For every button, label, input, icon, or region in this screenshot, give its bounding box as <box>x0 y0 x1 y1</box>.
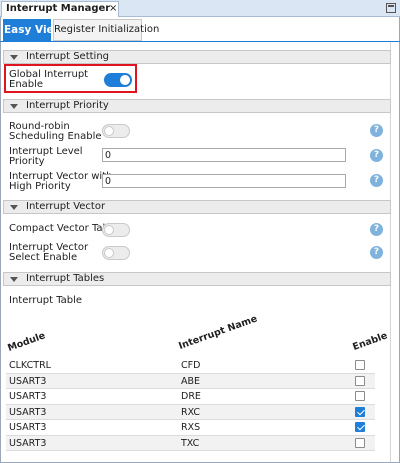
section-title: Interrupt Setting <box>26 51 109 62</box>
interrupt-level-priority-input[interactable] <box>102 148 346 162</box>
vector-select-enable-toggle[interactable] <box>102 246 130 260</box>
interrupt-level-priority-label-text: Interrupt Level Priority <box>9 146 83 167</box>
section-header-interrupt-tables[interactable]: Interrupt Tables <box>3 272 391 286</box>
window-tab-bar: Interrupt Manager × <box>0 0 400 17</box>
table-row: CLKCTRL CFD <box>6 358 375 374</box>
section-header-interrupt-setting[interactable]: Interrupt Setting <box>3 50 391 64</box>
enable-checkbox[interactable] <box>355 422 365 432</box>
window-tab-interrupt-manager[interactable]: Interrupt Manager × <box>1 1 119 17</box>
module-cell: USART3 <box>9 406 47 418</box>
help-icon[interactable]: ? <box>370 223 383 236</box>
table-row: USART3 TXC <box>6 435 375 451</box>
tab-register-initialization[interactable]: Register Initialization <box>53 19 159 41</box>
chevron-down-icon <box>10 205 18 210</box>
highlight-annotation <box>4 64 137 93</box>
tab-underline <box>0 41 400 42</box>
enable-checkbox[interactable] <box>355 391 365 401</box>
help-icon[interactable]: ? <box>370 149 383 162</box>
help-icon[interactable]: ? <box>370 124 383 137</box>
section-title: Interrupt Priority <box>26 100 109 111</box>
section-title: Interrupt Vector <box>26 201 106 212</box>
vector-high-priority-label: Interrupt Vector with High Priority <box>9 172 112 192</box>
round-robin-label: Round-robin Scheduling Enable <box>9 122 102 142</box>
interrupt-name-cell: RXC <box>181 406 201 418</box>
close-icon[interactable]: × <box>109 2 117 16</box>
module-cell: USART3 <box>9 422 47 433</box>
interrupt-table: CLKCTRL CFD USART3 ABE USART3 DRE USART3… <box>6 358 375 451</box>
enable-checkbox[interactable] <box>355 406 365 417</box>
tab-easy-view[interactable]: Easy View <box>3 19 63 41</box>
chevron-down-icon <box>10 55 18 60</box>
enable-checkbox[interactable] <box>355 360 365 370</box>
toggle-knob <box>104 225 114 235</box>
enable-checkbox[interactable] <box>355 375 365 386</box>
section-header-interrupt-vector[interactable]: Interrupt Vector <box>3 200 391 214</box>
table-row: USART3 RXS <box>6 420 375 436</box>
round-robin-toggle[interactable] <box>102 124 130 138</box>
toggle-knob <box>104 126 114 136</box>
help-icon[interactable]: ? <box>370 174 383 187</box>
vector-high-priority-input[interactable] <box>102 174 346 188</box>
vector-select-enable-label-text: Interrupt Vector Select Enable <box>9 242 89 263</box>
window-tab-title: Interrupt Manager <box>6 3 111 14</box>
vector-select-enable-label: Interrupt Vector Select Enable <box>9 243 88 263</box>
interrupt-name-cell: ABE <box>181 375 201 387</box>
section-title: Interrupt Tables <box>26 273 105 284</box>
chevron-down-icon <box>10 277 18 282</box>
help-icon[interactable]: ? <box>370 246 383 259</box>
compact-vector-table-toggle[interactable] <box>102 223 130 237</box>
module-cell: USART3 <box>9 391 47 402</box>
interrupt-name-cell: TXC <box>181 437 200 449</box>
table-row: USART3 DRE <box>6 389 375 405</box>
module-cell: USART3 <box>9 437 47 449</box>
interrupt-name-cell: DRE <box>181 391 201 402</box>
enable-checkbox[interactable] <box>355 437 365 448</box>
table-row: USART3 ABE <box>6 373 375 389</box>
chevron-down-icon <box>10 104 18 109</box>
interrupt-name-cell: CFD <box>181 360 201 371</box>
interrupt-name-cell: RXS <box>181 422 201 433</box>
module-cell: USART3 <box>9 375 47 387</box>
interrupt-table-label: Interrupt Table <box>9 295 83 306</box>
toggle-knob <box>104 248 114 258</box>
vector-high-priority-label-text: Interrupt Vector with High Priority <box>9 171 112 192</box>
module-cell: CLKCTRL <box>9 360 51 371</box>
round-robin-label-text: Round-robin Scheduling Enable <box>9 121 102 142</box>
section-header-interrupt-priority[interactable]: Interrupt Priority <box>3 99 391 113</box>
interrupt-level-priority-label: Interrupt Level Priority <box>9 147 83 167</box>
restore-icon[interactable] <box>386 3 396 13</box>
table-row: USART3 RXC <box>6 404 375 420</box>
